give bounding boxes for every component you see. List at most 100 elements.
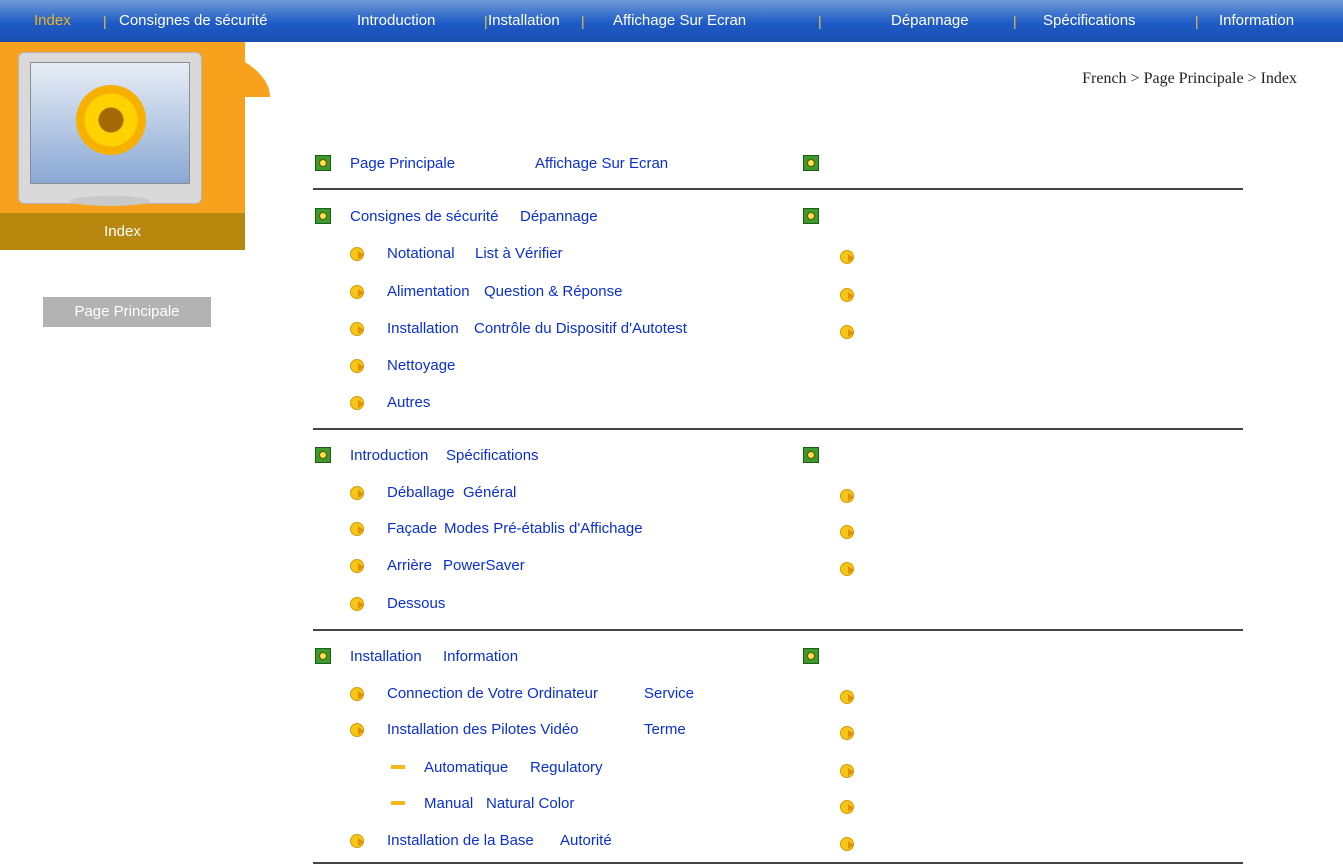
nav-separator: | <box>103 13 107 29</box>
link-nettoyage[interactable]: Nettoyage <box>387 354 455 376</box>
bullet-icon <box>803 155 819 171</box>
link-affichage-sur-ecran[interactable]: Affichage Sur Ecran <box>535 152 668 174</box>
section-row <box>315 205 331 227</box>
link-dessous[interactable]: Dessous <box>387 592 445 614</box>
arrow-bullet-icon <box>349 684 367 702</box>
arrow-bullet-icon <box>349 720 367 738</box>
item-row <box>349 682 367 704</box>
item-row <box>349 354 367 376</box>
nav-information[interactable]: Information <box>1219 12 1294 29</box>
arrow-bullet-icon <box>349 319 367 337</box>
arrow-bullet-icon <box>839 522 857 540</box>
section-row <box>803 645 819 667</box>
link-terme[interactable]: Terme <box>644 718 686 740</box>
bullet-icon <box>315 155 331 171</box>
link-depannage[interactable]: Dépannage <box>520 205 598 227</box>
link-controle-autotest[interactable]: Contrôle du Dispositif d'Autotest <box>474 317 687 339</box>
item-row <box>349 242 367 264</box>
arrow-bullet-icon <box>349 356 367 374</box>
nav-specifications[interactable]: Spécifications <box>1043 12 1136 29</box>
nav-separator: | <box>1013 13 1017 29</box>
arrow-bullet-icon <box>839 834 857 852</box>
nav-affichage[interactable]: Affichage Sur Ecran <box>613 12 746 29</box>
arrow-bullet-icon <box>349 244 367 262</box>
arrow-bullet-icon <box>839 761 857 779</box>
nav-introduction[interactable]: Introduction <box>357 12 435 29</box>
nav-separator: | <box>581 13 585 29</box>
section-row <box>803 444 819 466</box>
link-pilotes-video[interactable]: Installation des Pilotes Vidéo <box>387 718 579 740</box>
arrow-bullet-icon <box>839 322 857 340</box>
monitor-screen <box>30 62 190 184</box>
bullet-icon <box>803 648 819 664</box>
link-regulatory[interactable]: Regulatory <box>530 756 603 778</box>
sub-item-row <box>391 756 405 778</box>
link-arriere[interactable]: Arrière <box>387 554 432 576</box>
dash-bullet-icon <box>391 801 405 805</box>
item-row <box>349 280 367 302</box>
link-general[interactable]: Général <box>463 481 516 503</box>
arrow-bullet-icon <box>349 556 367 574</box>
link-service[interactable]: Service <box>644 682 694 704</box>
item-row <box>839 832 857 854</box>
item-row <box>839 283 857 305</box>
link-page-principale[interactable]: Page Principale <box>350 152 455 174</box>
item-row <box>839 320 857 342</box>
arrow-bullet-icon <box>839 559 857 577</box>
top-nav: Index | Consignes de sécurité Introducti… <box>0 0 1343 42</box>
item-row <box>839 557 857 579</box>
bullet-icon <box>315 208 331 224</box>
arrow-bullet-icon <box>839 247 857 265</box>
nav-depannage[interactable]: Dépannage <box>891 12 969 29</box>
divider <box>313 862 1243 864</box>
bullet-icon <box>315 648 331 664</box>
section-row <box>315 444 331 466</box>
flower-icon <box>76 85 146 155</box>
link-introduction[interactable]: Introduction <box>350 444 428 466</box>
link-list-a-verifier[interactable]: List à Vérifier <box>475 242 563 264</box>
item-row <box>839 245 857 267</box>
link-facade[interactable]: Façade <box>387 517 437 539</box>
link-deballage[interactable]: Déballage <box>387 481 455 503</box>
link-installation-base[interactable]: Installation de la Base <box>387 829 534 851</box>
link-question-reponse[interactable]: Question & Réponse <box>484 280 622 302</box>
item-row <box>349 481 367 503</box>
arrow-bullet-icon <box>839 723 857 741</box>
divider <box>313 188 1243 190</box>
section-row <box>315 645 331 667</box>
link-autres[interactable]: Autres <box>387 391 430 413</box>
item-row <box>349 718 367 740</box>
link-automatique[interactable]: Automatique <box>424 756 508 778</box>
arrow-bullet-icon <box>349 831 367 849</box>
section-row <box>803 205 819 227</box>
item-row <box>839 759 857 781</box>
link-notational[interactable]: Notational <box>387 242 455 264</box>
section-row <box>315 152 331 174</box>
nav-consignes[interactable]: Consignes de sécurité <box>119 12 267 29</box>
link-consignes[interactable]: Consignes de sécurité <box>350 205 498 227</box>
link-powersaver[interactable]: PowerSaver <box>443 554 525 576</box>
arrow-bullet-icon <box>349 282 367 300</box>
nav-separator: | <box>1195 13 1199 29</box>
bullet-icon <box>803 447 819 463</box>
link-alimentation[interactable]: Alimentation <box>387 280 470 302</box>
home-button[interactable]: Page Principale <box>43 297 211 327</box>
link-connection-ordinateur[interactable]: Connection de Votre Ordinateur <box>387 682 598 704</box>
link-specifications[interactable]: Spécifications <box>446 444 539 466</box>
nav-separator: | <box>818 13 822 29</box>
link-information[interactable]: Information <box>443 645 518 667</box>
arrow-bullet-icon <box>349 483 367 501</box>
item-row <box>349 829 367 851</box>
nav-index[interactable]: Index <box>34 12 71 29</box>
item-row <box>839 721 857 743</box>
link-autorite[interactable]: Autorité <box>560 829 612 851</box>
item-row <box>349 592 367 614</box>
link-installation[interactable]: Installation <box>387 317 459 339</box>
arrow-bullet-icon <box>349 393 367 411</box>
link-manual[interactable]: Manual <box>424 792 473 814</box>
link-modes-preetablis[interactable]: Modes Pré-établis d'Affichage <box>444 517 643 539</box>
link-natural-color[interactable]: Natural Color <box>486 792 574 814</box>
link-installation-section[interactable]: Installation <box>350 645 422 667</box>
breadcrumb: French > Page Principale > Index <box>1082 70 1297 87</box>
nav-installation[interactable]: Installation <box>488 12 560 29</box>
